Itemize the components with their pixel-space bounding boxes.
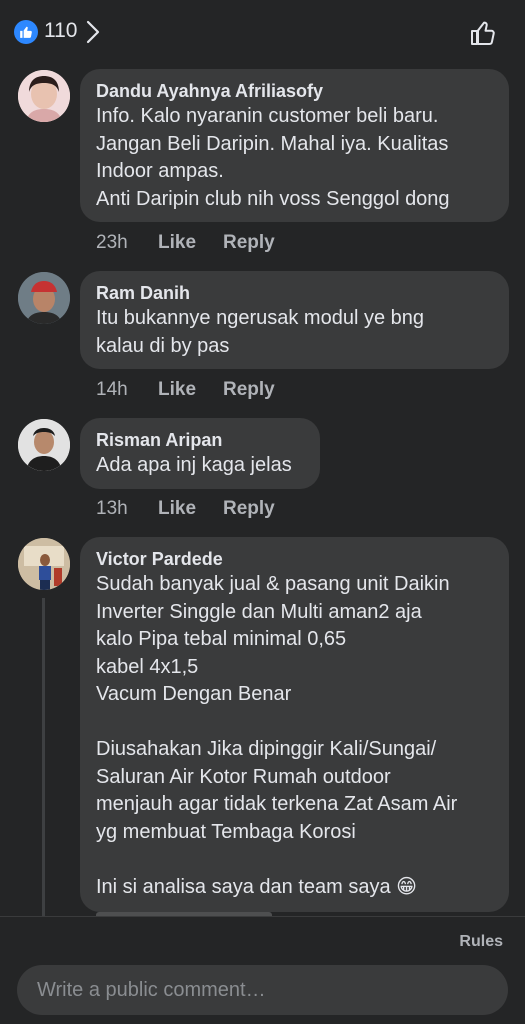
comment-author[interactable]: Victor Pardede [96, 547, 493, 571]
avatar[interactable] [18, 419, 70, 471]
comment-actions: 23h Like Reply [96, 232, 275, 254]
like-button[interactable]: Like [158, 379, 223, 401]
comment-author[interactable]: Dandu Ayahnya Afriliasofy [96, 79, 493, 103]
comment-text: Itu bukannye ngerusak modul ye bng kalau… [96, 307, 424, 357]
comment-text: Info. Kalo nyaranin customer beli baru. … [96, 105, 450, 210]
rules-link[interactable]: Rules [459, 933, 503, 951]
comment-actions: 13h Like Reply [96, 498, 275, 520]
reply-button[interactable]: Reply [223, 498, 275, 520]
comment-composer[interactable] [17, 965, 508, 1015]
like-post-icon[interactable] [468, 18, 498, 48]
reply-thread-line [42, 598, 45, 916]
reply-button[interactable]: Reply [223, 232, 275, 254]
comment-bubble: Victor Pardede Sudah banyak jual & pasan… [80, 537, 509, 912]
comment-bubble: Ram Danih Itu bukannye ngerusak modul ye… [80, 271, 509, 369]
comment-composer-bar: Rules [0, 916, 525, 1024]
like-button[interactable]: Like [158, 232, 223, 254]
comment-actions: 14h Like Reply [96, 379, 275, 401]
comment-text: Ada apa inj kaga jelas [96, 454, 292, 476]
reaction-bar: 110 [0, 0, 525, 64]
comment-time[interactable]: 13h [96, 498, 158, 520]
like-reaction-icon[interactable] [14, 20, 38, 44]
avatar[interactable] [18, 272, 70, 324]
like-button[interactable]: Like [158, 498, 223, 520]
comment-author[interactable]: Risman Aripan [96, 428, 304, 452]
comment-time[interactable]: 14h [96, 379, 158, 401]
avatar[interactable] [18, 538, 70, 590]
comment-author[interactable]: Ram Danih [96, 281, 493, 305]
comment-time[interactable]: 23h [96, 232, 158, 254]
comment-input[interactable] [35, 977, 490, 1003]
comment-bubble: Risman Aripan Ada apa inj kaga jelas [80, 418, 320, 489]
comment-bubble: Dandu Ayahnya Afriliasofy Info. Kalo nya… [80, 69, 509, 222]
reply-button[interactable]: Reply [223, 379, 275, 401]
chevron-right-icon[interactable] [86, 20, 100, 44]
comment-text: Sudah banyak jual & pasang unit Daikin I… [96, 573, 458, 898]
avatar[interactable] [18, 70, 70, 122]
reaction-count[interactable]: 110 [44, 19, 77, 43]
